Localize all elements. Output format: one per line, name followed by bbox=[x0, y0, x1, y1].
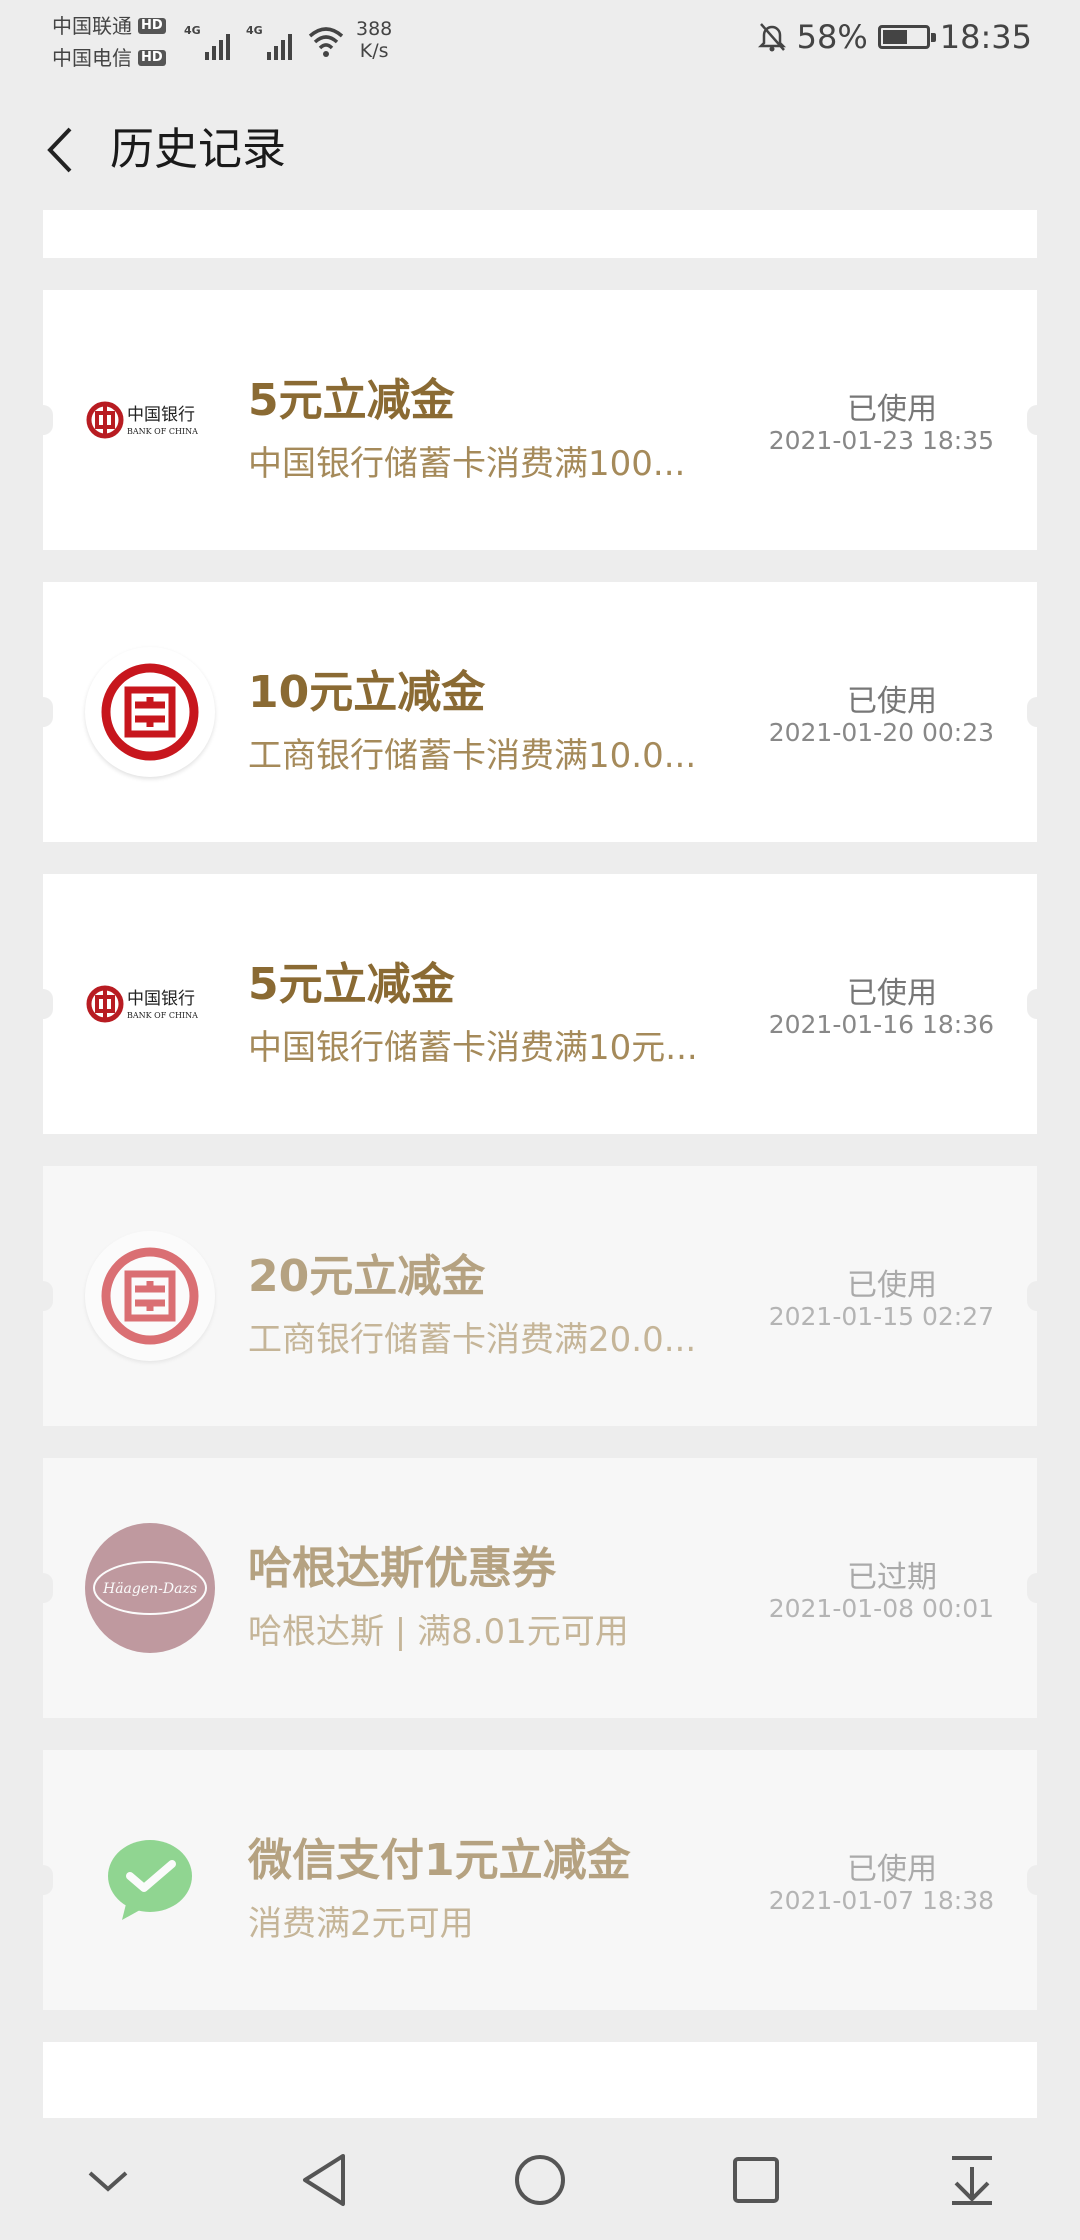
coupon-status: 已使用 bbox=[847, 976, 937, 1011]
coupon-title: 5元立减金 bbox=[248, 959, 455, 1010]
coupon-card[interactable]: 中国银行 BANK OF CHINA 5元立减金 中国银行储蓄卡消费满10元..… bbox=[33, 874, 1047, 1134]
coupon-title: 哈根达斯优惠券 bbox=[248, 1543, 556, 1594]
battery-percent: 58% bbox=[796, 18, 868, 56]
coupon-time: 2021-01-16 18:36 bbox=[768, 1010, 994, 1039]
page-title: 历史记录 bbox=[110, 124, 286, 175]
coupon-status: 已使用 bbox=[847, 1852, 937, 1887]
coupon-status: 已过期 bbox=[847, 1560, 937, 1595]
svg-text:中国银行: 中国银行 bbox=[127, 989, 195, 1009]
notification-pull-button[interactable] bbox=[927, 2135, 1017, 2225]
system-nav-bar bbox=[0, 2120, 1080, 2240]
coupon-status: 已使用 bbox=[847, 684, 937, 719]
status-bar: 中国联通 HD 中国电信 HD 4G 4G 388 K/s 58% 18:35 bbox=[0, 0, 1080, 80]
coupon-card[interactable]: 中国银行 BANK OF CHINA 5元立减金 中国银行储蓄卡消费满100..… bbox=[33, 290, 1047, 550]
mute-bell-icon bbox=[757, 23, 786, 52]
carrier-2: 中国电信 bbox=[52, 46, 132, 70]
coupon-desc: 哈根达斯 | 满8.01元可用 bbox=[248, 1612, 629, 1652]
coupon-desc: 消费满2元可用 bbox=[248, 1904, 474, 1944]
coupon-desc: 工商银行储蓄卡消费满10.0... bbox=[248, 736, 697, 776]
coupon-time: 2021-01-08 00:01 bbox=[768, 1594, 994, 1623]
nav-recents-button[interactable] bbox=[711, 2135, 801, 2225]
coupon-card[interactable]: Häagen-Dazs 哈根达斯优惠券 哈根达斯 | 满8.01元可用 已过期 … bbox=[33, 1458, 1047, 1718]
coupon-desc: 中国银行储蓄卡消费满100... bbox=[248, 444, 686, 484]
nav-home-button[interactable] bbox=[495, 2135, 585, 2225]
bank-of-china-logo: 中国银行 BANK OF CHINA bbox=[85, 355, 215, 485]
back-button[interactable] bbox=[34, 120, 84, 180]
pull-down-icon bbox=[952, 2156, 992, 2205]
coupon-status: 已使用 bbox=[847, 392, 937, 427]
coupon-card[interactable]: 20元立减金 工商银行储蓄卡消费满20.0... 已使用 2021-01-15 … bbox=[33, 1166, 1047, 1426]
top-bar: 历史记录 bbox=[0, 100, 1080, 200]
chevron-left-icon bbox=[47, 127, 72, 173]
collapse-button[interactable] bbox=[63, 2135, 153, 2225]
clock: 18:35 bbox=[939, 18, 1032, 56]
signal-icon-2: 4G bbox=[244, 22, 292, 62]
partial-card-top bbox=[43, 210, 1037, 258]
coupon-status: 已使用 bbox=[847, 1268, 937, 1303]
nav-back-button[interactable] bbox=[279, 2135, 369, 2225]
signal-icon-1: 4G bbox=[182, 22, 230, 62]
coupon-card[interactable]: 微信支付1元立减金 消费满2元可用 已使用 2021-01-07 18:38 bbox=[33, 1750, 1047, 2010]
hd-badge-2: HD bbox=[138, 50, 166, 66]
hd-badge-1: HD bbox=[138, 18, 166, 34]
carrier-info: 中国联通 HD 中国电信 HD bbox=[52, 10, 166, 74]
chevron-down-icon bbox=[88, 2171, 128, 2192]
signal-group: 4G 4G 388 K/s bbox=[182, 18, 392, 62]
wifi-icon bbox=[308, 27, 344, 57]
icbc-logo bbox=[85, 647, 215, 777]
triangle-back-icon bbox=[303, 2154, 345, 2206]
svg-text:中国银行: 中国银行 bbox=[127, 405, 195, 425]
coupon-time: 2021-01-07 18:38 bbox=[768, 1886, 994, 1915]
svg-text:BANK OF CHINA: BANK OF CHINA bbox=[127, 1011, 198, 1020]
circle-home-icon bbox=[515, 2155, 565, 2205]
bank-of-china-logo: 中国银行 BANK OF CHINA bbox=[85, 939, 215, 1069]
coupon-card[interactable]: 10元立减金 工商银行储蓄卡消费满10.0... 已使用 2021-01-20 … bbox=[33, 582, 1047, 842]
svg-text:Häagen-Dazs: Häagen-Dazs bbox=[102, 1581, 197, 1597]
square-recents-icon bbox=[733, 2157, 779, 2203]
svg-text:BANK OF CHINA: BANK OF CHINA bbox=[127, 427, 198, 436]
carrier-1: 中国联通 bbox=[52, 14, 132, 38]
coupon-time: 2021-01-20 00:23 bbox=[768, 718, 994, 747]
partial-card-bottom bbox=[43, 2042, 1037, 2118]
haagen-dazs-logo: Häagen-Dazs bbox=[85, 1523, 215, 1653]
coupon-time: 2021-01-15 02:27 bbox=[768, 1302, 994, 1331]
coupon-title: 20元立减金 bbox=[248, 1251, 486, 1302]
coupon-title: 微信支付1元立减金 bbox=[248, 1835, 631, 1886]
coupon-desc: 中国银行储蓄卡消费满10元... bbox=[248, 1028, 698, 1068]
battery-icon bbox=[877, 25, 936, 49]
icbc-logo bbox=[85, 1231, 215, 1361]
coupon-title: 10元立减金 bbox=[248, 667, 486, 718]
coupon-desc: 工商银行储蓄卡消费满20.0... bbox=[248, 1320, 697, 1360]
network-speed: 388 K/s bbox=[356, 18, 393, 62]
wechat-pay-logo bbox=[85, 1815, 215, 1945]
coupon-time: 2021-01-23 18:35 bbox=[768, 426, 994, 455]
coupon-title: 5元立减金 bbox=[248, 375, 455, 426]
